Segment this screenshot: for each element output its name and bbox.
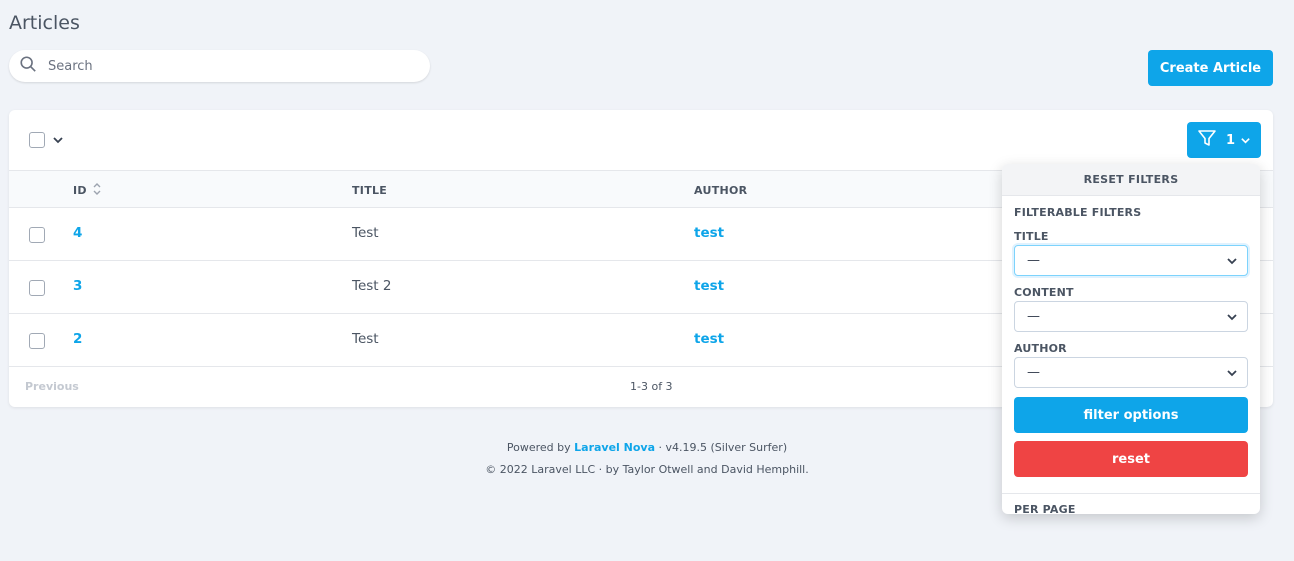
divider [1002, 493, 1260, 494]
filter-label-author: AUTHOR [1014, 342, 1067, 355]
title-filter-select[interactable]: — [1014, 245, 1248, 276]
column-header-title: TITLE [352, 184, 388, 197]
select-value: — [1027, 253, 1040, 268]
per-page-label: PER PAGE [1014, 503, 1076, 514]
filter-icon [1197, 128, 1217, 152]
select-all-checkbox[interactable] [29, 132, 45, 148]
filter-label-content: CONTENT [1014, 286, 1074, 299]
row-checkbox[interactable] [29, 280, 45, 296]
select-value: — [1027, 309, 1040, 324]
chevron-down-icon [1227, 370, 1237, 377]
chevron-down-icon [1227, 258, 1237, 265]
reset-filters-button[interactable]: RESET FILTERS [1002, 164, 1260, 196]
row-checkbox[interactable] [29, 227, 45, 243]
chevron-down-icon [1227, 314, 1237, 321]
laravel-nova-link[interactable]: Laravel Nova [574, 441, 655, 454]
row-author-link[interactable]: test [694, 331, 724, 347]
chevron-down-icon[interactable] [52, 134, 64, 146]
powered-by-text: Powered by [506, 441, 571, 454]
chevron-down-icon [1240, 131, 1251, 150]
row-id-link[interactable]: 3 [73, 278, 82, 294]
content-filter-select[interactable]: — [1014, 301, 1248, 332]
row-id-link[interactable]: 4 [73, 225, 82, 241]
filter-label-title: TITLE [1014, 230, 1049, 243]
row-title: Test [352, 331, 379, 347]
table-toolbar: 1 [9, 110, 1273, 170]
active-filter-count: 1 [1226, 132, 1236, 148]
reset-button[interactable]: reset [1014, 441, 1248, 477]
author-filter-select[interactable]: — [1014, 357, 1248, 388]
row-id-link[interactable]: 2 [73, 331, 82, 347]
create-article-button[interactable]: Create Article [1148, 50, 1273, 86]
filter-dropdown: RESET FILTERS FILTERABLE FILTERS TITLE —… [1002, 164, 1260, 514]
sort-icon[interactable] [92, 182, 102, 196]
row-author-link[interactable]: test [694, 278, 724, 294]
select-value: — [1027, 365, 1040, 380]
search-input[interactable] [48, 58, 408, 74]
filter-button[interactable]: 1 [1187, 122, 1261, 158]
row-title: Test 2 [352, 278, 392, 294]
previous-page-button[interactable]: Previous [25, 380, 79, 393]
column-header-id[interactable]: ID [73, 184, 87, 197]
filter-options-button[interactable]: filter options [1014, 397, 1248, 433]
search-bar[interactable] [9, 50, 430, 82]
search-icon [19, 55, 37, 77]
row-author-link[interactable]: test [694, 225, 724, 241]
row-title: Test [352, 225, 379, 241]
column-header-author: AUTHOR [694, 184, 748, 197]
row-checkbox[interactable] [29, 333, 45, 349]
page-title: Articles [9, 12, 80, 34]
filterable-filters-title: FILTERABLE FILTERS [1014, 206, 1142, 219]
version-text: · v4.19.5 (Silver Surfer) [658, 441, 788, 454]
pagination-range: 1-3 of 3 [630, 380, 673, 393]
